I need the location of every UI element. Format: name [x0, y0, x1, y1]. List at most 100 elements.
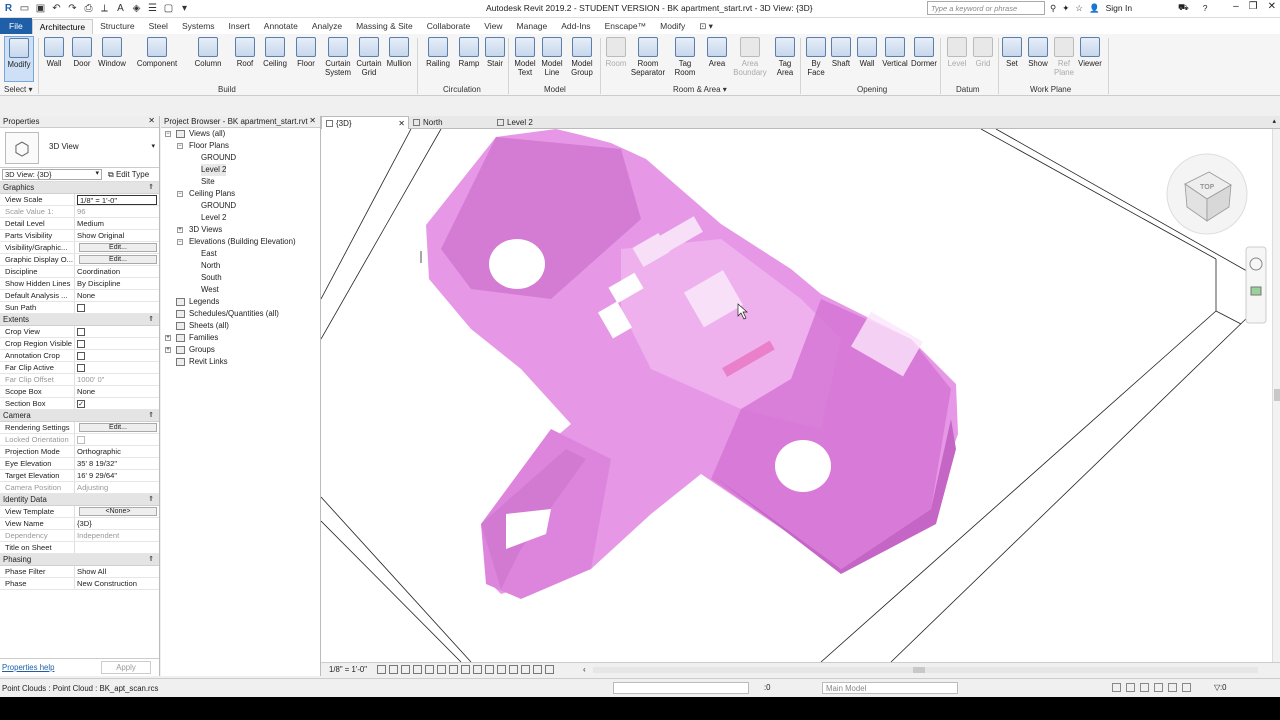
browser-node-north[interactable]: North [161, 260, 320, 272]
select-pinned-icon[interactable] [1140, 683, 1149, 692]
property-value[interactable] [75, 302, 159, 313]
property-value[interactable]: None [75, 290, 159, 301]
grid-button[interactable]: Grid [972, 36, 994, 68]
tab-insert[interactable]: Insert [222, 18, 257, 34]
browser-node-ceiling-plans[interactable]: − Ceiling Plans [161, 188, 320, 200]
property-value[interactable]: Show All [75, 566, 159, 577]
tab-annotate[interactable]: Annotate [257, 18, 305, 34]
visual-style-icon[interactable] [389, 665, 398, 674]
collapse-icon[interactable]: ⇑ [148, 314, 154, 326]
browser-node-groups[interactable]: + Groups [161, 344, 320, 356]
checkbox[interactable] [77, 304, 85, 312]
dormer-button[interactable]: Dormer [910, 36, 938, 68]
browser-node-floor-plans[interactable]: − Floor Plans [161, 140, 320, 152]
property-value[interactable]: Edit... [75, 422, 159, 433]
close-icon[interactable]: ✕ [309, 116, 316, 125]
vertical-scrollbar[interactable] [1272, 129, 1280, 662]
property-value[interactable]: 35' 8 19/32" [75, 458, 159, 469]
browser-node-ground[interactable]: GROUND [161, 152, 320, 164]
binoculars-icon[interactable]: ⚲ [1050, 3, 1056, 14]
browser-node-sheets-all[interactable]: Sheets (all) [161, 320, 320, 332]
tab-collaborate[interactable]: Collaborate [420, 18, 477, 34]
collapse-icon[interactable]: − [177, 143, 183, 149]
tab-view[interactable]: View [477, 18, 509, 34]
temp-hide-icon[interactable] [473, 665, 482, 674]
open-icon[interactable]: ▭ [18, 2, 31, 15]
edit-button[interactable]: Edit... [79, 243, 157, 252]
panel-circulation[interactable]: Circulation [443, 85, 481, 94]
measure-icon[interactable]: ⟂ [98, 2, 111, 15]
type-selector[interactable]: ⬡ 3D View ▾ [0, 128, 159, 168]
chevron-down-icon[interactable]: ▾ [151, 142, 155, 150]
edit-button[interactable]: <None> [79, 507, 157, 516]
checkbox[interactable] [77, 364, 85, 372]
railing-button[interactable]: Railing [423, 36, 453, 68]
property-value[interactable]: Coordination [75, 266, 159, 277]
view-scale-button[interactable]: 1/8" = 1'-0" [329, 665, 367, 674]
tab-manage[interactable]: Manage [510, 18, 555, 34]
property-value[interactable]: Show Original [75, 230, 159, 241]
component-button[interactable]: Component [134, 36, 180, 68]
thin-lines-icon[interactable]: ☰ [146, 2, 159, 15]
select-underlay-icon[interactable] [1126, 683, 1135, 692]
restore-icon[interactable]: ❐ [1249, 1, 1258, 12]
browser-node-ground[interactable]: GROUND [161, 200, 320, 212]
collapse-icon[interactable]: − [177, 191, 183, 197]
property-value[interactable]: Orthographic [75, 446, 159, 457]
collapse-icon[interactable]: ⇑ [148, 410, 154, 422]
panel-select[interactable]: Select ▾ [4, 85, 32, 94]
model-group-button[interactable]: Model Group [568, 36, 596, 77]
collapse-icon[interactable]: − [177, 239, 183, 245]
property-value[interactable]: 16' 9 29/64" [75, 470, 159, 481]
collapse-icon[interactable]: − [165, 131, 171, 137]
mullion-button[interactable]: Mullion [385, 36, 413, 68]
browser-node-families[interactable]: + Families [161, 332, 320, 344]
qat-dropdown-icon[interactable]: ▾ [178, 2, 191, 15]
curtain-grid-button[interactable]: Curtain Grid [355, 36, 383, 77]
favorites-icon[interactable]: ☆ [1075, 3, 1083, 14]
instance-selector[interactable]: 3D View: {3D} [2, 169, 102, 180]
panel-build[interactable]: Build [218, 85, 236, 94]
view-scale-field[interactable]: 1/8" = 1'-0" [77, 195, 157, 205]
property-value[interactable]: Edit... [75, 242, 159, 253]
3d-viewport[interactable]: TOP [321, 129, 1272, 662]
edit-type-button[interactable]: ⧉ Edit Type [108, 170, 149, 180]
browser-node-site[interactable]: Site [161, 176, 320, 188]
tab-dropdown-icon[interactable]: ▴ [1272, 117, 1276, 125]
tab-enscape[interactable]: Enscape™ [598, 18, 654, 34]
help-search-input[interactable]: Type a keyword or phrase [927, 1, 1045, 15]
crop-region-icon[interactable] [461, 665, 470, 674]
apply-button[interactable]: Apply [101, 661, 151, 674]
browser-node-west[interactable]: West [161, 284, 320, 296]
viewcube[interactable]: TOP [1166, 153, 1248, 235]
design-option-dropdown[interactable]: Main Model [822, 682, 958, 694]
checkbox[interactable] [77, 340, 85, 348]
browser-node-schedules-quantities-all[interactable]: Schedules/Quantities (all) [161, 308, 320, 320]
temp-view-icon[interactable] [497, 665, 506, 674]
reveal-hidden-icon[interactable] [485, 665, 494, 674]
undo-icon[interactable]: ↶ [50, 2, 63, 15]
user-icon[interactable]: 👤 [1089, 3, 1100, 14]
property-value[interactable]: New Construction [75, 578, 159, 589]
horizontal-scroll-thumb[interactable] [913, 667, 925, 673]
property-value[interactable] [75, 338, 159, 349]
panel-model[interactable]: Model [544, 85, 566, 94]
tab-modify[interactable]: Modify [653, 18, 692, 34]
close-hidden-icon[interactable]: ▢ [162, 2, 175, 15]
tab-architecture[interactable]: Architecture [31, 18, 94, 34]
background-process-icon[interactable] [1182, 683, 1191, 692]
help-icon[interactable]: ? [1203, 3, 1208, 13]
view-tab-level-2[interactable]: Level 2 [493, 116, 583, 129]
floor-button[interactable]: Floor [294, 36, 318, 68]
property-value[interactable]: ✓ [75, 398, 159, 409]
ramp-button[interactable]: Ramp [457, 36, 481, 68]
property-value[interactable]: Medium [75, 218, 159, 229]
subscription-icon[interactable]: ✦ [1062, 3, 1069, 14]
collapse-icon[interactable]: ⇑ [148, 494, 154, 506]
checkbox[interactable] [77, 352, 85, 360]
checkbox[interactable]: ✓ [77, 400, 85, 408]
zoom-icon[interactable] [1250, 286, 1262, 296]
sign-in-link[interactable]: Sign In [1106, 3, 1132, 13]
set-button[interactable]: Set [1001, 36, 1023, 68]
lock-view-icon[interactable] [437, 665, 446, 674]
